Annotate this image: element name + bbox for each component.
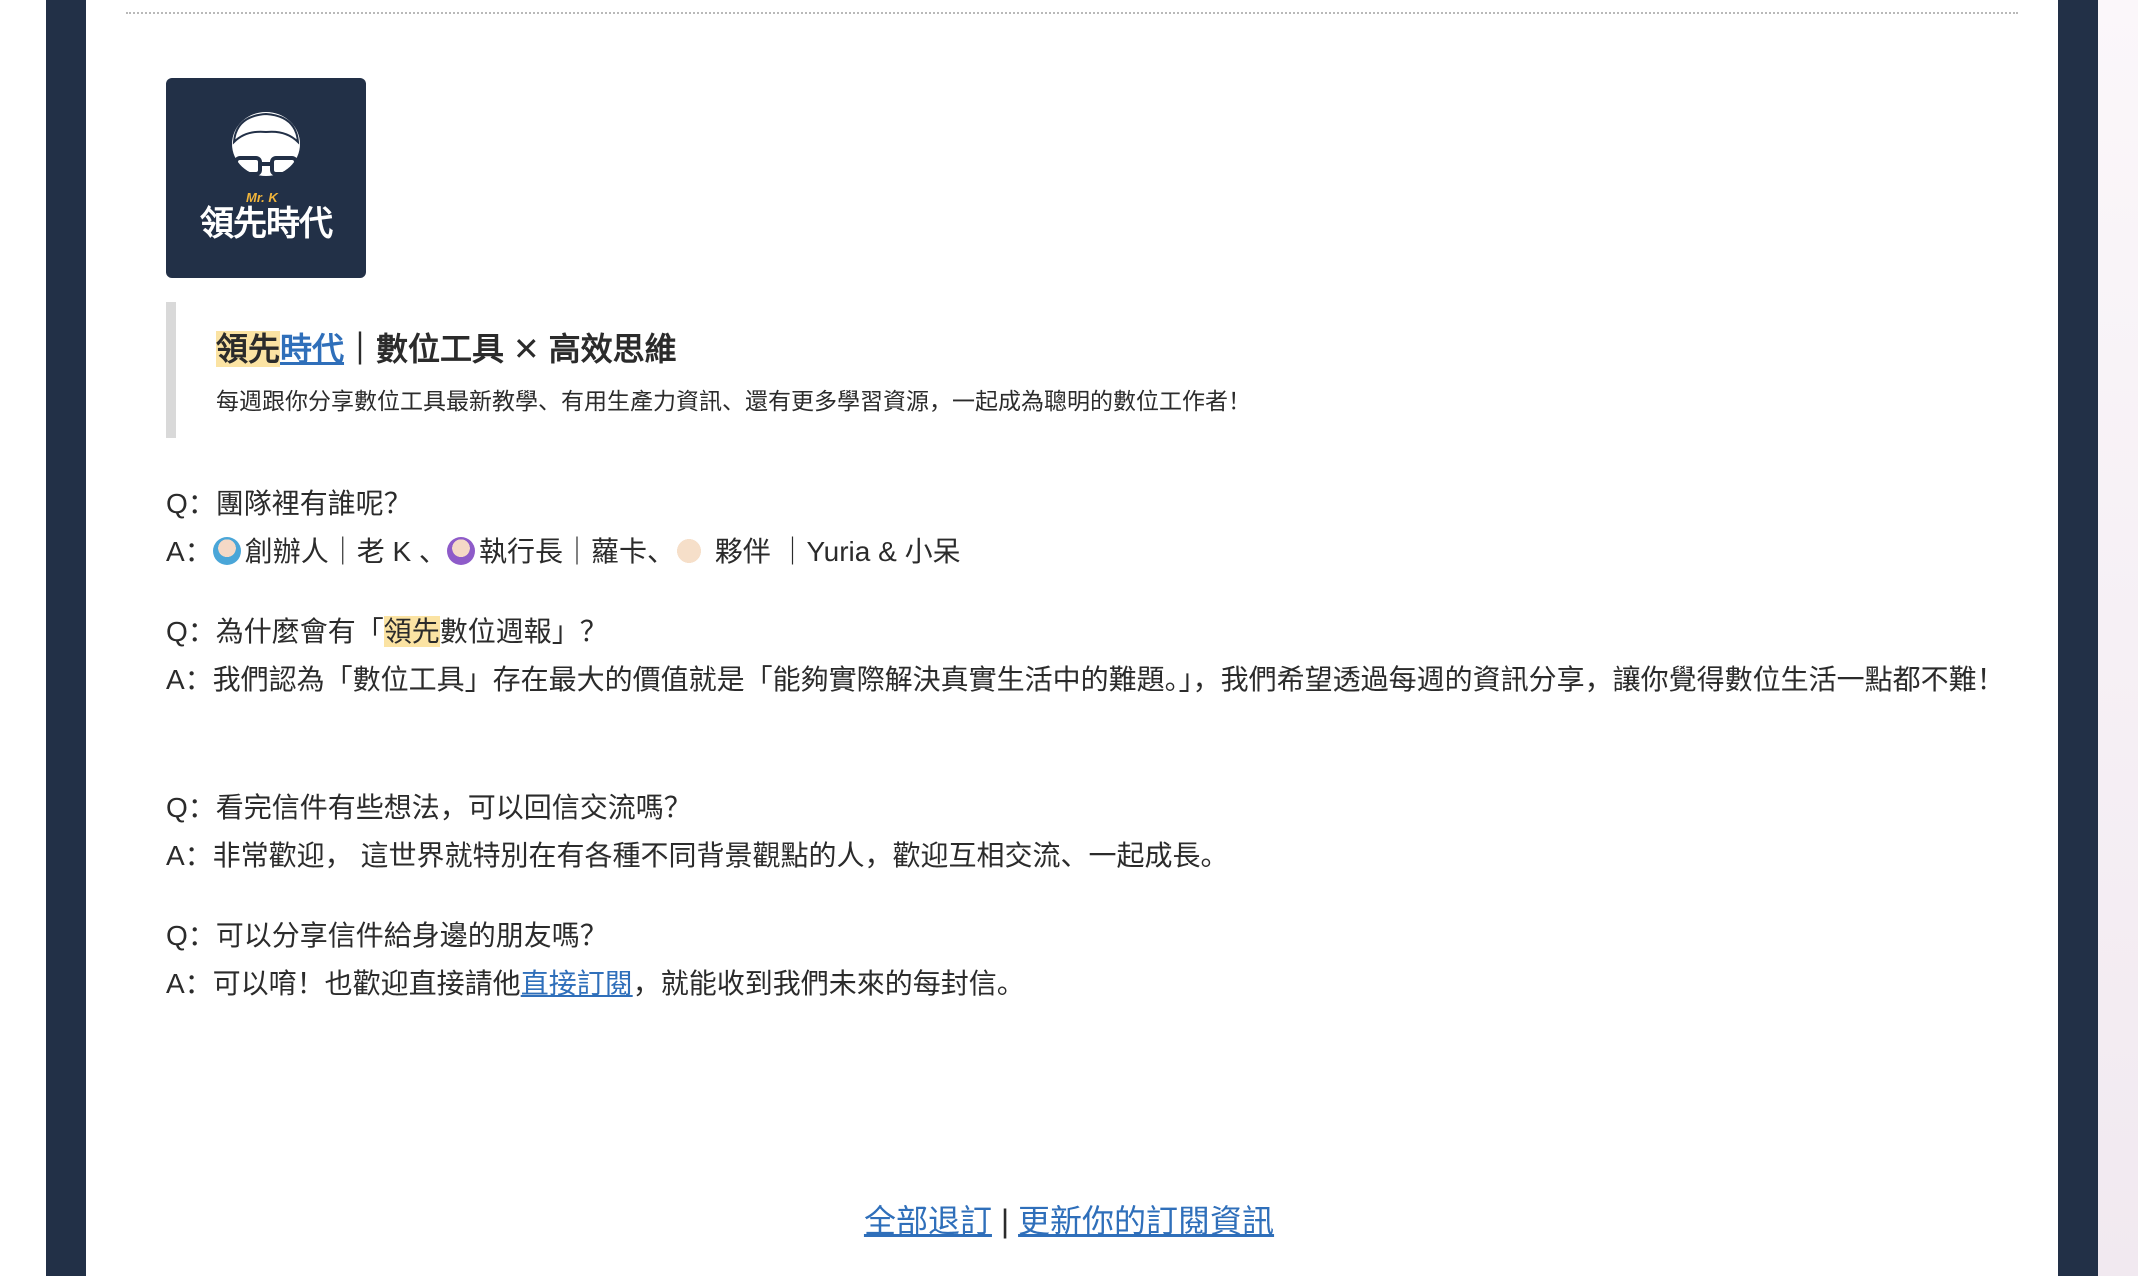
faq-question: Q：為什麼會有「領先數位週報」？	[166, 616, 608, 647]
footer-separator: |	[991, 1203, 1019, 1239]
faq-question: Q：團隊裡有誰呢？	[166, 488, 412, 519]
brand-link[interactable]: 時代	[280, 331, 344, 367]
faq-team: Q：團隊裡有誰呢？ A： 創辦人｜老 K 、執行長｜蘿卡、 夥伴 ｜Yuria &…	[166, 480, 2026, 576]
question-highlight: 領先	[383, 616, 440, 647]
newsletter-subtitle: 每週跟你分享數位工具最新教學、有用生產力資訊、還有更多學習資源，一起成為聰明的數…	[216, 388, 1251, 414]
title-highlight: 領先	[216, 331, 281, 367]
subscribe-link[interactable]: 直接訂閱	[521, 968, 633, 999]
dotted-divider	[126, 12, 2018, 14]
faq-question: Q：可以分享信件給身邊的朋友嗎？	[166, 920, 608, 951]
intro-callout: 領先時代｜數位工具 ✕ 高效思維 每週跟你分享數位工具最新教學、有用生產力資訊、…	[166, 302, 1376, 438]
page-gutter	[2098, 0, 2138, 1276]
right-border-band	[2058, 0, 2098, 1276]
faq-reply: Q：看完信件有些想法，可以回信交流嗎？ A：非常歡迎， 這世界就特別在有各種不同…	[166, 784, 2026, 880]
update-subscription-link[interactable]: 更新你的訂閱資訊	[1018, 1203, 1274, 1239]
faq-answer: A：非常歡迎， 這世界就特別在有各種不同背景觀點的人，歡迎互相交流、一起成長。	[166, 840, 1229, 871]
mascot-icon	[232, 112, 300, 176]
faq-answer: A：我們認為「數位工具」存在最大的價值就是「能夠實際解決真實生活中的難題。」，我…	[166, 664, 2005, 695]
faq-question: Q：看完信件有些想法，可以回信交流嗎？	[166, 792, 692, 823]
logo-text: 領先時代	[200, 205, 333, 243]
footer-links: 全部退訂 | 更新你的訂閱資訊	[0, 1196, 2138, 1242]
newsletter-title: 領先時代｜數位工具 ✕ 高效思維	[216, 324, 677, 370]
brand-logo: Mr. K 領先時代	[166, 78, 366, 278]
raised-hands-icon	[674, 537, 703, 565]
faq-answer: A： 創辦人｜老 K 、執行長｜蘿卡、 夥伴 ｜Yuria & 小呆	[166, 536, 961, 567]
ceo-emoji-icon	[446, 537, 475, 565]
unsubscribe-link[interactable]: 全部退訂	[864, 1203, 992, 1239]
left-border-band	[46, 0, 86, 1276]
founder-emoji-icon	[212, 537, 241, 565]
faq-why: Q：為什麼會有「領先數位週報」？ A：我們認為「數位工具」存在最大的價值就是「能…	[166, 608, 2026, 704]
title-rest: ｜數位工具 ✕ 高效思維	[344, 331, 677, 367]
faq-answer: A：可以唷！也歡迎直接請他直接訂閱，就能收到我們未來的每封信。	[166, 968, 1025, 999]
faq-share: Q：可以分享信件給身邊的朋友嗎？ A：可以唷！也歡迎直接請他直接訂閱，就能收到我…	[166, 912, 2026, 1008]
